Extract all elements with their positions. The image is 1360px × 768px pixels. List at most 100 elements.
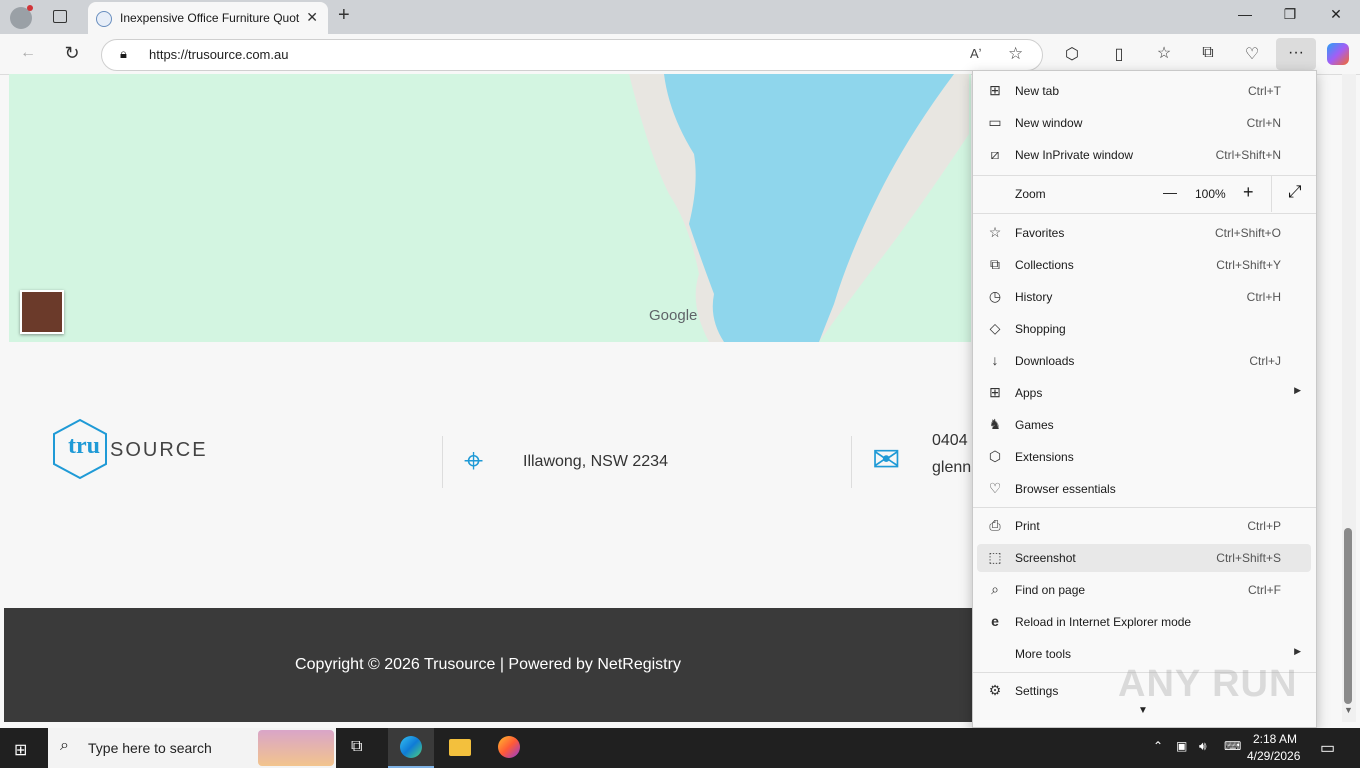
fullscreen-button[interactable]: ⤢ [1288,182,1302,202]
notification-dot [27,5,33,11]
menu-label: Browser essentials [1015,482,1116,496]
zoom-value: 100% [1195,187,1226,201]
windows-taskbar: ⊞ ⌕ Type here to search ⧉ ⌃ ▣ 🔊︎ ⌨ 2:18 … [0,728,1360,768]
menu-print[interactable]: ⎙ Print Ctrl+P [977,512,1311,540]
menu-new-window[interactable]: ▭ New window Ctrl+N [977,109,1311,137]
menu-collections[interactable]: ⧉ Collections Ctrl+Shift+Y [977,251,1311,279]
collections-icon[interactable]: ⧉ [1196,44,1220,62]
menu-games[interactable]: ♞ Games [977,411,1311,439]
minimize-button[interactable]: — [1225,6,1265,22]
task-view-icon[interactable]: ⧉ [351,738,362,756]
logo-tru: tru [68,433,100,459]
scroll-down-icon[interactable]: ▼ [1344,705,1353,715]
heart-pulse-icon: ♡ [988,480,1002,496]
menu-separator [973,507,1316,508]
maximize-button[interactable]: ❐ [1270,6,1310,23]
anyrun-watermark: ANY RUN [1118,663,1298,705]
menu-label: More tools [1015,647,1072,661]
tab-actions-icon[interactable] [53,10,67,23]
menu-history[interactable]: ◷ History Ctrl+H [977,283,1311,311]
network-icon[interactable]: ▣ [1176,739,1187,753]
menu-find-on-page[interactable]: ⌕ Find on page Ctrl+F [977,576,1311,604]
zoom-out-button[interactable]: — [1163,184,1177,200]
menu-browser-essentials[interactable]: ♡ Browser essentials [977,475,1311,503]
phone-text[interactable]: 0404 [932,432,968,450]
firefox-icon[interactable] [498,736,520,758]
more-button[interactable]: ··· [1276,38,1316,70]
menu-label: New tab [1015,84,1060,98]
tray-chevron-icon[interactable]: ⌃ [1153,739,1163,753]
menu-label: Downloads [1015,354,1075,368]
menu-label: Games [1015,418,1054,432]
menu-scroll-down-icon[interactable]: ▼ [1138,705,1148,716]
menu-label: Print [1015,519,1040,533]
title-bar: Inexpensive Office Furniture Quot ✕ + — … [0,0,1360,34]
zoom-in-button[interactable]: + [1243,182,1254,203]
menu-new-tab[interactable]: ⊞ New tab Ctrl+T [977,77,1311,105]
clock-date[interactable]: 4/29/2026 [1247,749,1300,763]
menu-new-inprivate[interactable]: ⧄ New InPrivate window Ctrl+Shift+N [977,141,1311,169]
menu-favorites[interactable]: ☆ Favorites Ctrl+Shift+O [977,219,1311,247]
screenshot-icon: ⬚ [988,549,1002,565]
map-pin-icon: ⌖ [464,442,484,480]
file-explorer-icon[interactable] [449,739,471,756]
copyright-text: Copyright © 2026 Trusource | Powered by … [295,656,681,673]
taskbar-edge[interactable] [388,728,434,768]
volume-icon[interactable]: 🔊︎ [1199,739,1207,754]
menu-label: Shopping [1015,322,1066,336]
url-text[interactable]: https://trusource.com.au [149,47,288,62]
new-tab-button[interactable]: + [338,4,350,27]
site-favicon-icon [96,11,112,27]
menu-apps[interactable]: ⊞ Apps ▶ [977,379,1311,407]
search-icon: ⌕ [60,737,69,754]
input-icon[interactable]: ⌨ [1224,739,1241,753]
back-icon[interactable]: ← [16,44,40,62]
menu-shortcut: Ctrl+Shift+N [1215,148,1281,162]
menu-screenshot[interactable]: ⬚ Screenshot Ctrl+Shift+S [977,544,1311,572]
refresh-icon[interactable]: ↻ [60,43,84,64]
menu-shortcut: Ctrl+Shift+Y [1216,258,1281,272]
more-icon: ··· [1288,44,1304,61]
menu-ie-mode[interactable]: e Reload in Internet Explorer mode [977,608,1311,636]
favorite-star-icon[interactable]: ☆ [1008,44,1023,64]
browser-essentials-icon[interactable]: ♡ [1240,44,1264,64]
submenu-arrow-icon: ▶ [1294,646,1301,656]
windows-start-icon[interactable]: ⊞ [14,740,27,760]
favorites-icon[interactable]: ☆ [1152,43,1176,63]
clock-time[interactable]: 2:18 AM [1253,732,1297,746]
download-icon: ↓ [991,352,999,368]
menu-extensions[interactable]: ⬡ Extensions [977,443,1311,471]
address-bar[interactable]: 🔒︎ https://trusource.com.au Aʼ ☆ [101,39,1043,71]
menu-zoom: Zoom — 100% + ⤢ [977,176,1311,212]
split-screen-icon[interactable]: ▯ [1107,44,1131,64]
google-map[interactable]: Google [9,74,971,342]
edge-icon [400,736,422,758]
email-text[interactable]: glenn [932,459,971,477]
logo-source: SOURCE [110,439,208,461]
close-window-button[interactable]: ✕ [1316,6,1356,23]
scrollbar-thumb[interactable] [1344,528,1352,704]
lock-icon[interactable]: 🔒︎ [120,46,127,62]
read-aloud-icon[interactable]: Aʼ [970,46,982,61]
menu-label: Favorites [1015,226,1065,240]
extensions-icon[interactable]: ⬡ [1060,44,1084,64]
tab-close-button[interactable]: ✕ [306,9,318,26]
copilot-icon[interactable] [1327,43,1349,65]
tab-active[interactable]: Inexpensive Office Furniture Quot ✕ [88,2,328,34]
street-view-thumbnail[interactable] [20,290,64,334]
games-icon: ♞ [988,416,1002,432]
extensions-icon: ⬡ [988,448,1002,464]
taskbar-search[interactable]: ⌕ Type here to search [48,728,336,768]
menu-separator [973,213,1316,214]
printer-icon: ⎙ [989,517,1001,533]
favorites-icon: ☆ [988,224,1002,240]
menu-shopping[interactable]: ◇ Shopping [977,315,1311,343]
collections-icon: ⧉ [990,256,1000,272]
notifications-icon[interactable]: ▭ [1320,738,1335,758]
menu-shortcut: Ctrl+Shift+O [1214,226,1281,240]
menu-shortcut: Ctrl+P [1247,519,1281,533]
menu-downloads[interactable]: ↓ Downloads Ctrl+J [977,347,1311,375]
menu-shortcut: Ctrl+H [1246,290,1281,304]
gear-icon: ⚙ [988,682,1002,698]
menu-shortcut: Ctrl+J [1249,354,1281,368]
